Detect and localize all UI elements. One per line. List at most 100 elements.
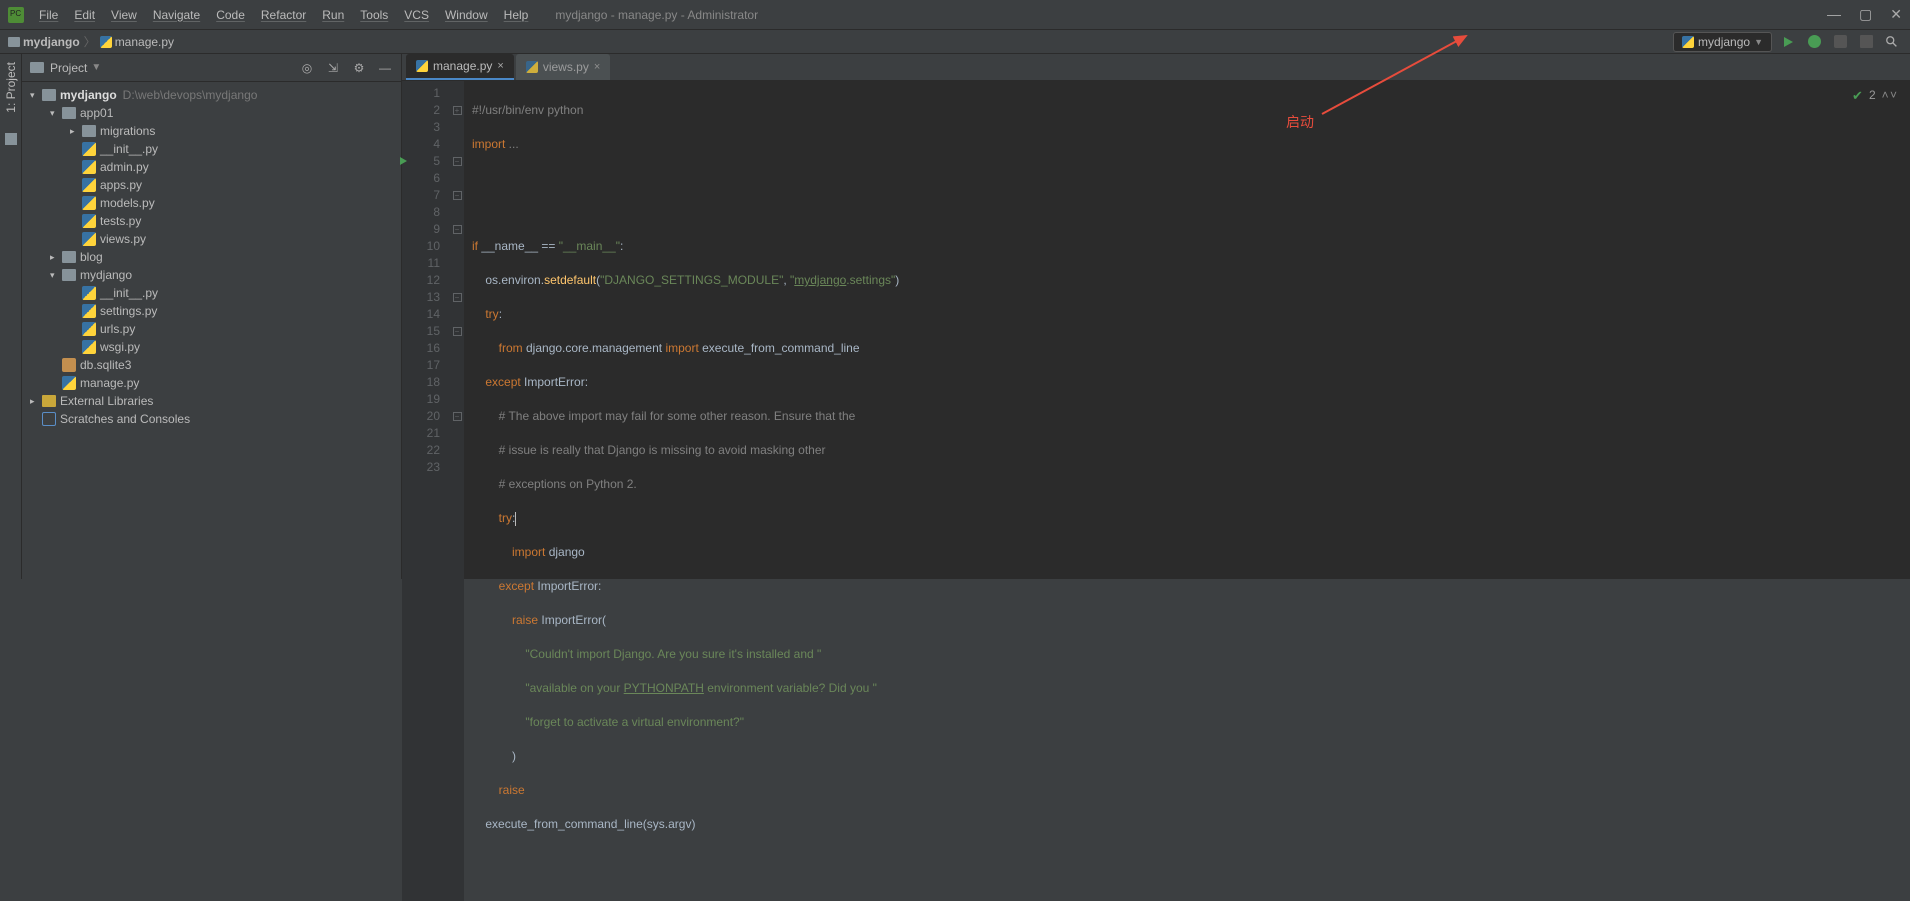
line-number-gutter: 1 2 3 4 5 6 7 8 9 10 11 12 13 14 15 16 1… bbox=[402, 81, 450, 901]
search-everywhere-button[interactable] bbox=[1882, 32, 1902, 52]
gear-icon[interactable]: ⚙ bbox=[351, 60, 367, 76]
text-caret bbox=[515, 512, 516, 526]
menu-edit[interactable]: Edit bbox=[67, 5, 102, 25]
editor-body[interactable]: 1 2 3 4 5 6 7 8 9 10 11 12 13 14 15 16 1… bbox=[402, 81, 1910, 901]
database-icon bbox=[62, 358, 76, 372]
maximize-button[interactable]: ▢ bbox=[1859, 6, 1872, 23]
fold-icon[interactable]: − bbox=[453, 293, 462, 302]
project-tool-tab[interactable]: 1: Project bbox=[4, 62, 18, 113]
tree-label: __init__.py bbox=[100, 142, 158, 156]
editor-tab-active[interactable]: manage.py × bbox=[406, 54, 514, 80]
tree-external-libs[interactable]: ▸ External Libraries bbox=[22, 392, 401, 410]
chevron-down-icon[interactable]: ▼ bbox=[91, 62, 101, 73]
run-button[interactable] bbox=[1778, 32, 1798, 52]
coverage-button[interactable] bbox=[1830, 32, 1850, 52]
editor-tabs: manage.py × views.py × bbox=[402, 54, 1910, 81]
tree-file[interactable]: tests.py bbox=[22, 212, 401, 230]
tree-folder-migrations[interactable]: ▸ migrations bbox=[22, 122, 401, 140]
tree-folder-mydjango[interactable]: ▾ mydjango bbox=[22, 266, 401, 284]
fold-icon[interactable]: − bbox=[453, 225, 462, 234]
chevron-down-icon: ▼ bbox=[1754, 37, 1763, 47]
expand-arrow-icon[interactable]: ▸ bbox=[70, 126, 82, 137]
hide-icon[interactable]: — bbox=[377, 60, 393, 76]
tree-file[interactable]: __init__.py bbox=[22, 140, 401, 158]
tree-label: Scratches and Consoles bbox=[60, 412, 190, 426]
tree-label: blog bbox=[80, 250, 103, 264]
menu-refactor[interactable]: Refactor bbox=[254, 5, 313, 25]
tree-label: db.sqlite3 bbox=[80, 358, 131, 372]
locate-icon[interactable]: ◎ bbox=[299, 60, 315, 76]
expand-arrow-icon[interactable]: ▾ bbox=[30, 90, 42, 101]
bug-icon bbox=[1808, 35, 1821, 48]
panel-title[interactable]: Project bbox=[50, 61, 87, 75]
project-panel: Project ▼ ◎ ⇲ ⚙ — ▾ mydjango D:\web\devo… bbox=[22, 54, 402, 579]
main: 1: Project Project ▼ ◎ ⇲ ⚙ — ▾ mydjango … bbox=[0, 54, 1910, 579]
debug-button[interactable] bbox=[1804, 32, 1824, 52]
tree-file-db[interactable]: db.sqlite3 bbox=[22, 356, 401, 374]
tree-label: apps.py bbox=[100, 178, 142, 192]
tree-file[interactable]: admin.py bbox=[22, 158, 401, 176]
fold-icon[interactable]: − bbox=[453, 327, 462, 336]
run-config-selector[interactable]: mydjango ▼ bbox=[1673, 32, 1772, 52]
menu-window[interactable]: Window bbox=[438, 5, 495, 25]
tree-file[interactable]: urls.py bbox=[22, 320, 401, 338]
fold-icon[interactable]: − bbox=[453, 157, 462, 166]
expand-arrow-icon[interactable]: ▾ bbox=[50, 270, 62, 281]
python-file-icon bbox=[82, 196, 96, 210]
expand-all-icon[interactable]: ⇲ bbox=[325, 60, 341, 76]
python-file-icon bbox=[416, 60, 428, 72]
menu-vcs[interactable]: VCS bbox=[397, 5, 436, 25]
tree-root[interactable]: ▾ mydjango D:\web\devops\mydjango bbox=[22, 86, 401, 104]
tree-file[interactable]: wsgi.py bbox=[22, 338, 401, 356]
project-tree[interactable]: ▾ mydjango D:\web\devops\mydjango ▾ app0… bbox=[22, 82, 401, 579]
editor-tab-inactive[interactable]: views.py × bbox=[516, 54, 610, 80]
tree-label: settings.py bbox=[100, 304, 157, 318]
close-icon[interactable]: × bbox=[594, 61, 600, 73]
editor-area: manage.py × views.py × 1 2 3 4 5 6 7 8 9… bbox=[402, 54, 1910, 579]
check-icon: ✔ bbox=[1852, 87, 1863, 104]
stop-button[interactable] bbox=[1856, 32, 1876, 52]
menu-tools[interactable]: Tools bbox=[353, 5, 395, 25]
expand-arrow-icon[interactable]: ▸ bbox=[50, 252, 62, 263]
close-button[interactable]: ✕ bbox=[1890, 6, 1902, 23]
tree-file[interactable]: views.py bbox=[22, 230, 401, 248]
fold-icon[interactable]: − bbox=[453, 191, 462, 200]
tree-scratches[interactable]: Scratches and Consoles bbox=[22, 410, 401, 428]
breadcrumb-file[interactable]: manage.py bbox=[100, 35, 174, 49]
tree-folder-app01[interactable]: ▾ app01 bbox=[22, 104, 401, 122]
inspection-status[interactable]: ✔ 2 ˄ ˅ bbox=[1852, 87, 1896, 104]
menu-navigate[interactable]: Navigate bbox=[146, 5, 207, 25]
tree-file[interactable]: __init__.py bbox=[22, 284, 401, 302]
menubar: File Edit View Navigate Code Refactor Ru… bbox=[32, 5, 535, 25]
expand-arrow-icon[interactable]: ▸ bbox=[30, 396, 42, 407]
tree-folder-blog[interactable]: ▸ blog bbox=[22, 248, 401, 266]
menu-help[interactable]: Help bbox=[497, 5, 536, 25]
menu-run[interactable]: Run bbox=[315, 5, 351, 25]
tree-file[interactable]: models.py bbox=[22, 194, 401, 212]
run-line-icon[interactable] bbox=[400, 157, 407, 165]
structure-tool-tab[interactable] bbox=[5, 133, 17, 145]
python-file-icon bbox=[82, 340, 96, 354]
minimize-button[interactable]: — bbox=[1827, 6, 1841, 23]
left-tool-gutter: 1: Project bbox=[0, 54, 22, 579]
close-icon[interactable]: × bbox=[497, 60, 503, 72]
nav-arrows-icon[interactable]: ˄ ˅ bbox=[1882, 87, 1896, 104]
python-file-icon bbox=[82, 322, 96, 336]
code-content[interactable]: #!/usr/bin/env python import ... if __na… bbox=[464, 81, 1910, 901]
menu-code[interactable]: Code bbox=[209, 5, 252, 25]
tree-file-manage[interactable]: manage.py bbox=[22, 374, 401, 392]
run-config-name: mydjango bbox=[1698, 35, 1750, 49]
toolbar-right: mydjango ▼ bbox=[1673, 32, 1902, 52]
tree-label: urls.py bbox=[100, 322, 135, 336]
fold-icon[interactable]: − bbox=[453, 412, 462, 421]
folder-icon bbox=[42, 89, 56, 101]
tree-label: models.py bbox=[100, 196, 155, 210]
expand-arrow-icon[interactable]: ▾ bbox=[50, 108, 62, 119]
tree-file[interactable]: settings.py bbox=[22, 302, 401, 320]
breadcrumb-root[interactable]: mydjango bbox=[8, 35, 80, 49]
folder-icon bbox=[82, 125, 96, 137]
fold-icon[interactable]: + bbox=[453, 106, 462, 115]
menu-view[interactable]: View bbox=[104, 5, 144, 25]
tree-file[interactable]: apps.py bbox=[22, 176, 401, 194]
menu-file[interactable]: File bbox=[32, 5, 65, 25]
